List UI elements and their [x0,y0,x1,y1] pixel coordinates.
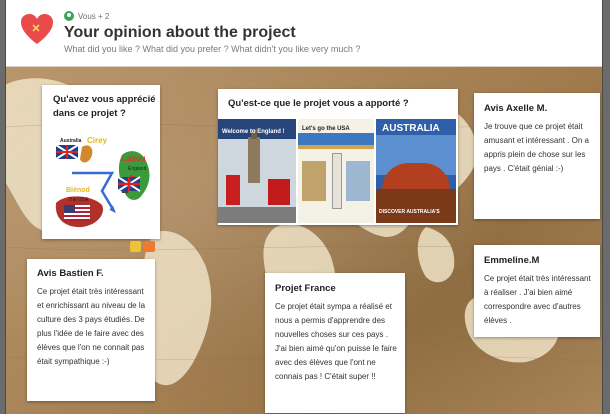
post-title: Emmeline.M [484,255,540,266]
map-label-cirey: Cirey [87,136,108,145]
post-image-flags-map[interactable]: Australia Cirey Laxou England Blénod The… [42,133,160,233]
user-group-icon [64,11,74,21]
author-text: Vous + 2 [78,11,110,21]
post-body: Ce projet était sympa a réalisé et nous … [275,302,397,381]
post-title: Avis Axelle M. [484,103,548,114]
post-card-axelle[interactable]: Avis Axelle M. Je trouve que ce projet é… [474,93,600,219]
post-card-projet-france[interactable]: Projet France Ce projet était sympa a ré… [265,273,405,413]
author-line: Vous + 2 [64,11,109,21]
map-label-usa: The USA [68,197,89,203]
post-body: Ce projet était très intéressant à réali… [484,274,591,325]
post-card-emmeline[interactable]: Emmeline.M Ce projet était très intéress… [474,245,600,337]
post-title: Avis Bastien F. [37,268,104,279]
post-card-project-brought[interactable]: Qu'est-ce que le projet vous a apporté ?… [218,89,458,225]
map-label-australia: Australia [60,138,82,144]
post-body: Ce projet était très intéressant et enri… [37,287,146,366]
post-card-bastien[interactable]: Avis Bastien F. Ce projet était très int… [27,259,155,401]
padlet-header: Vous + 2 Your opinion about the project … [6,0,602,67]
post-title: Projet France [275,283,336,294]
thumbnail-caption: DISCOVER AUSTRALIA'S secrets [379,209,440,215]
pencil-icon[interactable] [130,241,141,252]
map-label-laxou: Laxou [122,154,146,163]
post-title: Qu'est-ce que le projet vous a apporté ? [228,98,409,109]
post-title: Qu'avez vous apprécié dans ce projet ? [53,94,156,119]
padlet-window: Vous + 2 Your opinion about the project … [6,0,602,414]
map-label-blenod: Blénod [66,187,90,194]
thumbnail-england[interactable]: Welcome to England ! [218,119,296,223]
post-card-appreciated[interactable]: Qu'avez vous apprécié dans ce projet ? A… [42,85,160,252]
thumbnail-usa[interactable]: Let's go the USA [298,119,374,223]
thumbnail-caption: Let's go the USA [302,126,350,132]
map-label-england: England [128,166,147,172]
thumbnail-caption: Welcome to England ! [222,129,285,135]
page-subtitle: What did you like ? What did you prefer … [64,44,361,54]
page-title: Your opinion about the project [64,24,296,41]
wall-background: Qu'avez vous apprécié dans ce projet ? A… [6,67,602,414]
trash-icon[interactable] [144,241,155,252]
thumbnail-australia[interactable]: AUSTRALIA DISCOVER AUSTRALIA'S secrets [376,119,456,223]
thumbnail-caption: AUSTRALIA [382,123,440,134]
heart-icon [21,14,53,44]
post-body: Je trouve que ce projet était amusant et… [484,122,589,173]
